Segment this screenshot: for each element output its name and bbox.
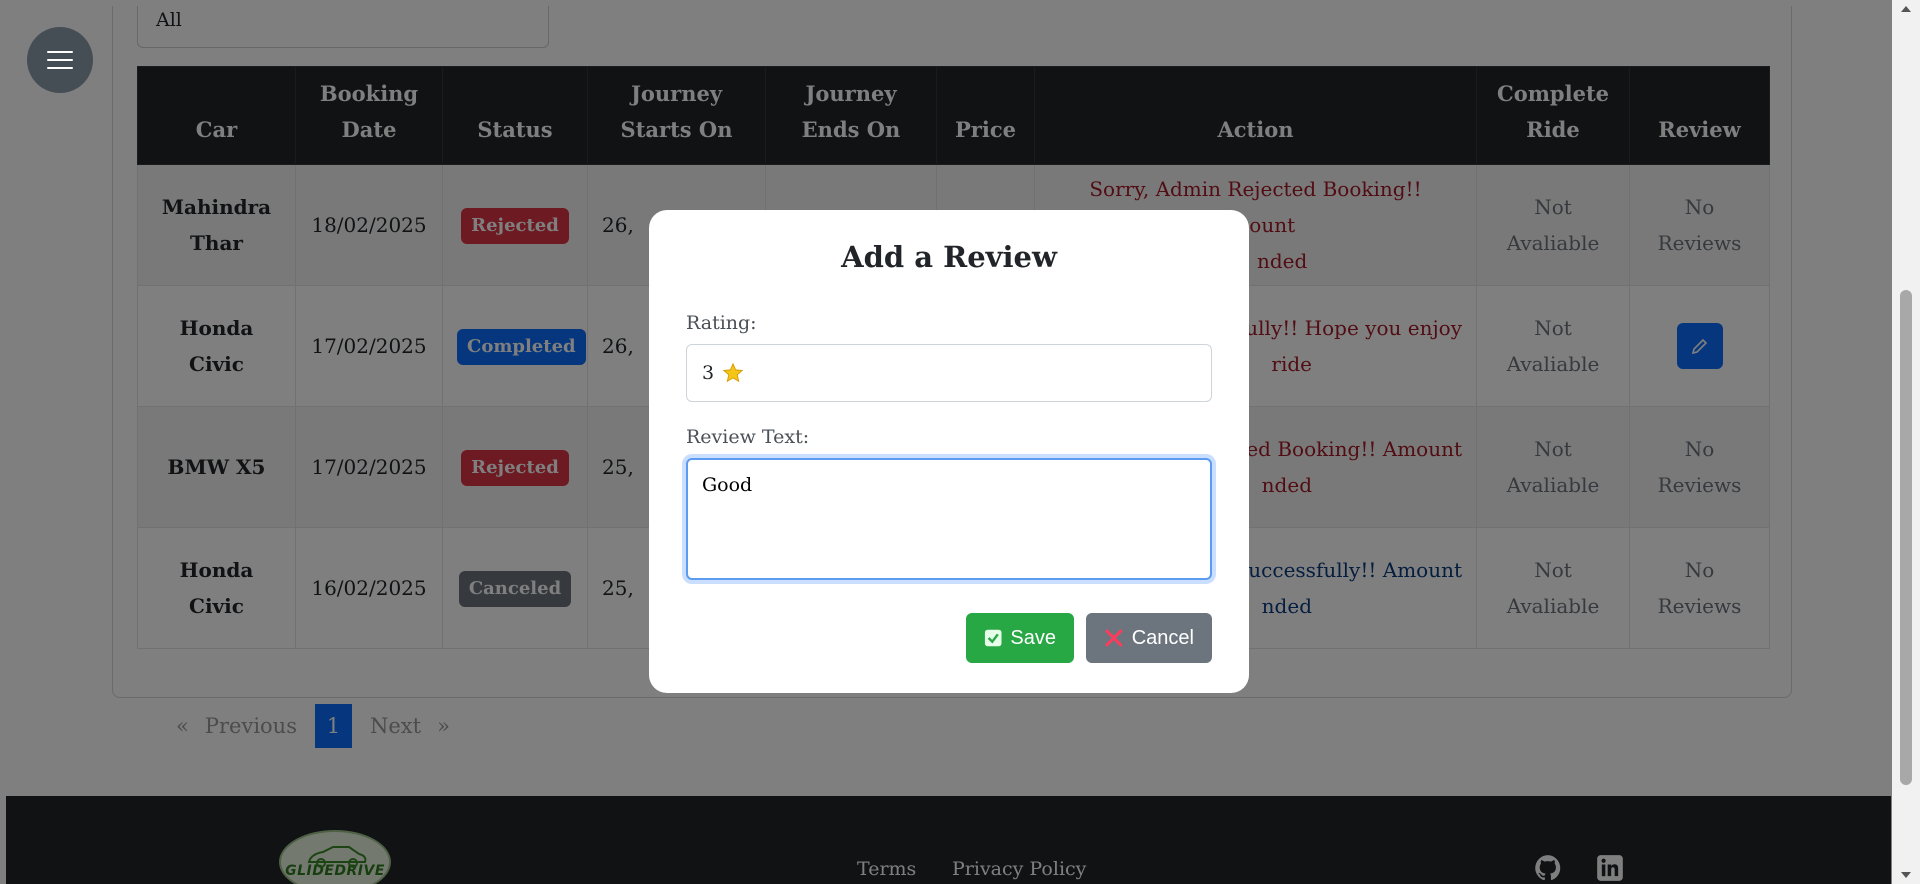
cancel-button[interactable]: Cancel (1086, 613, 1212, 663)
review-text-label: Review Text: (686, 426, 810, 448)
review-textarea[interactable]: Good (686, 458, 1212, 580)
modal-title: Add a Review (841, 240, 1057, 274)
page-scrollbar[interactable] (1892, 0, 1920, 884)
add-review-modal: Add a Review Rating: 3 Review Text: Good… (649, 210, 1249, 693)
scroll-up-arrow-icon[interactable] (1901, 6, 1911, 12)
rating-value: 3 (702, 362, 715, 384)
close-icon (1105, 629, 1123, 647)
rating-select[interactable]: 3 (686, 344, 1212, 402)
save-label: Save (1010, 626, 1056, 649)
checkbox-check-icon (984, 629, 1002, 647)
scroll-down-arrow-icon[interactable] (1901, 872, 1911, 878)
star-icon (722, 362, 744, 383)
modal-actions: Save Cancel (966, 613, 1212, 663)
hamburger-menu-icon[interactable] (27, 27, 93, 93)
rating-label: Rating: (686, 312, 757, 334)
cancel-label: Cancel (1131, 626, 1194, 649)
scroll-thumb[interactable] (1900, 290, 1912, 785)
save-button[interactable]: Save (966, 613, 1074, 663)
